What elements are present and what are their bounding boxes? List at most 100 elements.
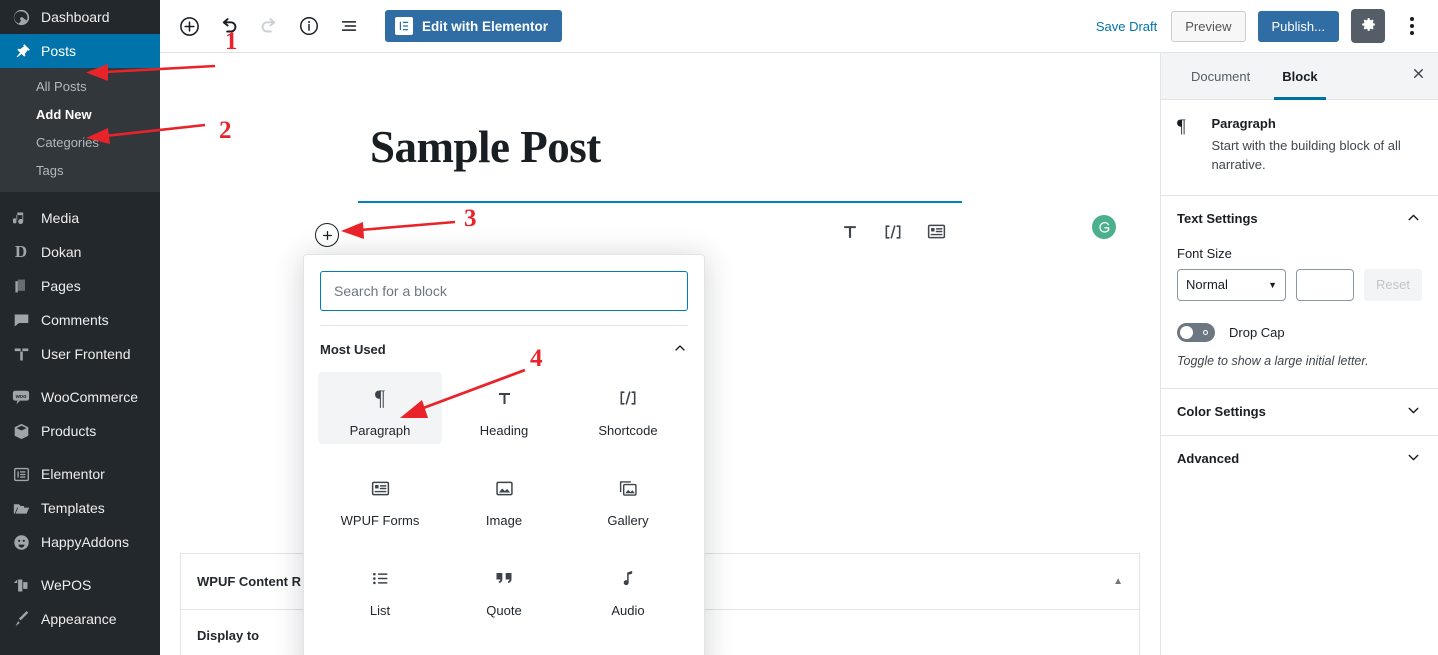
block-tile-image[interactable]: Image (442, 462, 566, 534)
add-block-button[interactable] (171, 8, 207, 44)
save-draft-button[interactable]: Save Draft (1094, 15, 1159, 38)
brush-icon (11, 609, 31, 629)
sidebar-item-comments[interactable]: Comments (0, 303, 160, 337)
post-title[interactable]: Sample Post (370, 122, 970, 173)
font-size-reset-button[interactable]: Reset (1364, 268, 1422, 301)
sidebar-item-user-frontend[interactable]: User Frontend (0, 337, 160, 371)
block-inserter-popover: Most Used ¶ Paragraph Heading Shortcode (303, 254, 705, 655)
sidebar-item-label: Elementor (41, 466, 105, 482)
chevron-down-icon[interactable] (1405, 449, 1422, 469)
chevron-up-icon[interactable]: ▲ (1113, 576, 1123, 587)
drop-cap-toggle[interactable] (1177, 322, 1215, 342)
sidebar-item-dashboard[interactable]: Dashboard (0, 0, 160, 34)
sidebar-item-products[interactable]: Products (0, 414, 160, 448)
chevron-up-icon[interactable] (1405, 209, 1422, 229)
tab-block[interactable]: Block (1266, 53, 1333, 100)
annotation-number-3: 3 (464, 205, 477, 232)
pin-icon (11, 41, 31, 61)
block-tile-audio[interactable]: Audio (566, 552, 690, 624)
block-tile-quote[interactable]: Quote (442, 552, 566, 624)
more-options-button[interactable] (1397, 9, 1427, 43)
block-tile-label: Heading (479, 423, 529, 438)
preview-button[interactable]: Preview (1171, 10, 1246, 42)
block-tile-label: Shortcode (598, 423, 658, 438)
wepos-icon (11, 575, 31, 595)
block-navigation-button[interactable] (331, 8, 367, 44)
submenu-item-tags[interactable]: Tags (0, 157, 160, 185)
section-title: Text Settings (1177, 211, 1258, 227)
products-icon (11, 421, 31, 441)
redo-button[interactable] (251, 8, 287, 44)
sidebar-item-media[interactable]: Media (0, 201, 160, 235)
section-title: Color Settings (1177, 404, 1266, 420)
submenu-item-all-posts[interactable]: All Posts (0, 73, 160, 101)
chevron-down-icon[interactable] (1405, 402, 1422, 422)
selected-block-description: Start with the building block of all nar… (1211, 138, 1401, 172)
inline-block-tools (840, 221, 947, 242)
sidebar-item-label: Posts (41, 43, 77, 59)
wordpress-block-editor: Dashboard Posts All Posts Add New Catego… (0, 0, 1438, 655)
woocommerce-icon: woo (11, 387, 31, 407)
close-sidebar-button[interactable] (1398, 53, 1438, 100)
sidebar-item-dokan[interactable]: D Dokan (0, 235, 160, 269)
sidebar-item-elementor[interactable]: Elementor (0, 457, 160, 491)
kebab-dot (1410, 17, 1414, 21)
drop-cap-row: Drop Cap (1177, 322, 1422, 342)
annotation-number-4: 4 (530, 345, 543, 372)
section-header-color-settings[interactable]: Color Settings (1161, 389, 1438, 435)
block-grid-row-2: WPUF Forms Image Gallery (304, 462, 704, 534)
block-tile-label: List (369, 603, 391, 618)
block-tile-wpuf-forms[interactable]: WPUF Forms (318, 462, 442, 534)
sidebar-item-woocommerce[interactable]: woo WooCommerce (0, 380, 160, 414)
chevron-up-icon[interactable] (672, 340, 688, 359)
block-tile-list[interactable]: List (318, 552, 442, 624)
sidebar-item-label: WooCommerce (41, 389, 138, 405)
tab-document[interactable]: Document (1175, 53, 1266, 100)
publish-button[interactable]: Publish... (1257, 10, 1339, 42)
block-tile-label: Audio (611, 603, 645, 618)
font-size-custom-input[interactable] (1296, 268, 1355, 301)
submenu-item-categories[interactable]: Categories (0, 129, 160, 157)
settings-gear-button[interactable] (1351, 9, 1385, 43)
shortcode-icon[interactable] (882, 222, 904, 242)
menu-separator (0, 448, 160, 457)
block-tile-label: Gallery (607, 513, 649, 528)
most-used-panel-header[interactable]: Most Used (304, 326, 704, 372)
block-tile-gallery[interactable]: Gallery (566, 462, 690, 534)
wpuf-forms-icon[interactable] (926, 221, 947, 242)
edit-with-elementor-button[interactable]: Edit with Elementor (385, 10, 563, 42)
sidebar-item-templates[interactable]: Templates (0, 491, 160, 525)
most-used-label: Most Used (320, 341, 386, 357)
sidebar-item-label: Dashboard (41, 9, 110, 25)
toolbar-right-group: Save Draft Preview Publish... (1094, 9, 1438, 43)
search-input[interactable] (320, 271, 688, 311)
sidebar-item-happyaddons[interactable]: HappyAddons (0, 525, 160, 559)
block-tile-paragraph[interactable]: ¶ Paragraph (318, 372, 442, 444)
block-tile-label: Quote (486, 603, 522, 618)
block-tile-label: Image (485, 513, 523, 528)
block-tile-heading[interactable]: Heading (442, 372, 566, 444)
font-size-label: Font Size (1177, 245, 1232, 261)
kebab-dot (1410, 31, 1414, 35)
grammarly-badge[interactable] (1092, 215, 1116, 239)
content-structure-button[interactable] (291, 8, 327, 44)
sidebar-item-posts[interactable]: Posts (0, 34, 168, 68)
section-header-advanced[interactable]: Advanced (1161, 436, 1438, 482)
sidebar-item-wepos[interactable]: WePOS (0, 568, 160, 602)
selected-block-text: Paragraph Start with the building block … (1211, 116, 1422, 175)
block-grid-row-3: List Quote Audio (304, 552, 704, 624)
font-size-select[interactable]: Normal ▼ (1177, 268, 1287, 301)
section-header-text-settings[interactable]: Text Settings (1161, 196, 1438, 242)
selected-block-title: Paragraph (1211, 116, 1276, 131)
menu-separator (0, 559, 160, 568)
folder-icon (11, 498, 31, 518)
toolbar-left-group: Edit with Elementor (160, 8, 563, 44)
submenu-item-add-new[interactable]: Add New (0, 101, 160, 129)
title-underline (358, 201, 962, 203)
sidebar-item-appearance[interactable]: Appearance (0, 602, 160, 636)
svg-text:woo: woo (15, 394, 27, 400)
text-color-icon[interactable] (840, 222, 860, 242)
block-inserter-plus[interactable] (315, 223, 339, 247)
sidebar-item-pages[interactable]: Pages (0, 269, 160, 303)
block-tile-shortcode[interactable]: Shortcode (566, 372, 690, 444)
